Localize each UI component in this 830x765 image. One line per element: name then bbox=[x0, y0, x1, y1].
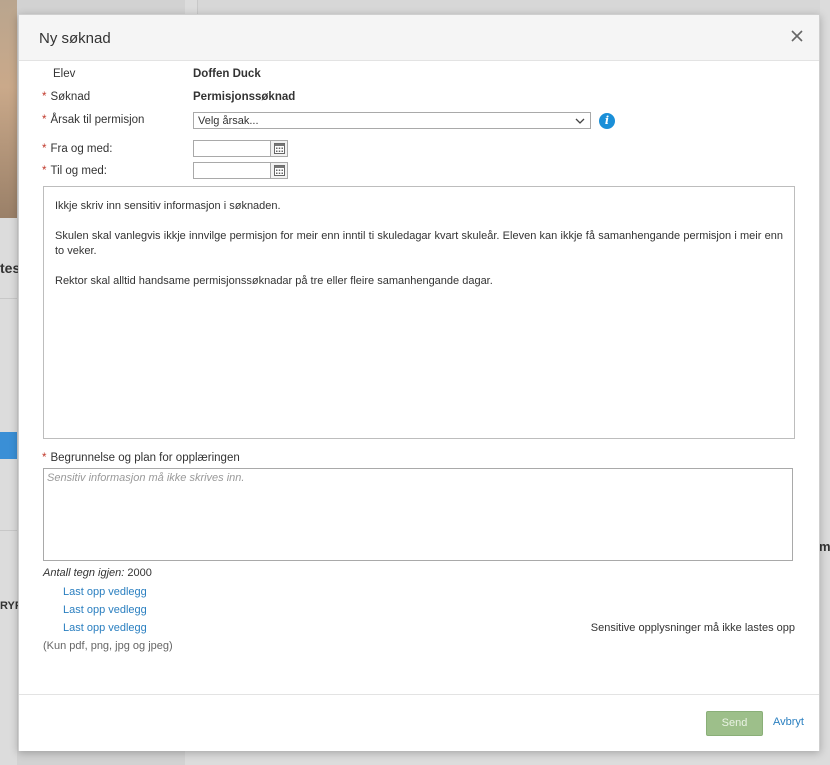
required-marker: * bbox=[42, 114, 47, 126]
required-marker: * bbox=[42, 452, 47, 464]
character-counter: Antall tegn igjen: 2000 bbox=[43, 567, 152, 579]
close-icon bbox=[791, 30, 803, 42]
required-marker: * bbox=[42, 143, 47, 155]
background-panel bbox=[197, 0, 820, 14]
justification-textarea[interactable]: Sensitiv informasjon må ikke skrives inn… bbox=[43, 468, 793, 561]
file-types-note: (Kun pdf, png, jpg og jpeg) bbox=[43, 640, 173, 652]
soknad-value: Permisjonssøknad bbox=[193, 91, 296, 103]
required-marker: * bbox=[42, 91, 47, 103]
background-divider bbox=[0, 530, 17, 531]
soknad-label: * Søknad bbox=[42, 91, 90, 103]
from-date-calendar-button[interactable] bbox=[270, 140, 288, 157]
reason-select-value: Velg årsak... bbox=[198, 115, 259, 127]
background-blue-tab bbox=[0, 432, 17, 459]
info-icon[interactable]: i bbox=[599, 113, 615, 129]
upload-attachment-link[interactable]: Last opp vedlegg bbox=[63, 604, 147, 616]
til-label: * Til og med: bbox=[42, 165, 107, 177]
counter-value: 2000 bbox=[127, 567, 152, 579]
to-date-calendar-button[interactable] bbox=[270, 162, 288, 179]
information-box: Ikkje skriv inn sensitiv informasjon i s… bbox=[43, 186, 795, 439]
calendar-icon bbox=[274, 165, 285, 176]
dialog-header: Ny søknad bbox=[19, 15, 819, 61]
soknad-label-text: Søknad bbox=[50, 91, 91, 103]
counter-label: Antall tegn igjen: bbox=[43, 567, 125, 579]
background-text-fragment: m bbox=[819, 539, 830, 554]
info-paragraph: Ikkje skriv inn sensitiv informasjon i s… bbox=[55, 200, 281, 212]
arsak-label: * Årsak til permisjon bbox=[42, 114, 144, 126]
fra-label: * Fra og med: bbox=[42, 143, 112, 155]
cancel-link[interactable]: Avbryt bbox=[773, 716, 804, 728]
dialog-footer: Send Avbryt bbox=[19, 694, 819, 751]
background-divider bbox=[0, 298, 17, 299]
arsak-label-text: Årsak til permisjon bbox=[50, 114, 145, 126]
background-photo bbox=[0, 0, 17, 218]
new-application-dialog: Ny søknad Elev Doffen Duck * Søknad Permi… bbox=[18, 14, 820, 751]
dialog-title: Ny søknad bbox=[39, 30, 111, 47]
elev-value: Doffen Duck bbox=[193, 68, 261, 80]
send-button[interactable]: Send bbox=[706, 711, 763, 736]
info-paragraph: Rektor skal alltid handsame permisjonssø… bbox=[55, 275, 493, 287]
upload-attachment-link[interactable]: Last opp vedlegg bbox=[63, 586, 147, 598]
sensitive-info-note: Sensitive opplysninger må ikke lastes op… bbox=[590, 622, 795, 634]
info-paragraph: Skulen skal vanlegvis ikkje innvilge per… bbox=[55, 230, 783, 257]
close-button[interactable] bbox=[789, 28, 805, 44]
calendar-icon bbox=[274, 143, 285, 154]
til-label-text: Til og med: bbox=[50, 165, 107, 177]
fra-label-text: Fra og med: bbox=[50, 143, 113, 155]
elev-label: Elev bbox=[53, 68, 76, 80]
required-marker: * bbox=[42, 165, 47, 177]
justification-placeholder: Sensitiv informasjon må ikke skrives inn… bbox=[47, 472, 245, 484]
begrunnelse-label: * Begrunnelse og plan for opplæringen bbox=[42, 452, 240, 464]
begrunnelse-label-text: Begrunnelse og plan for opplæringen bbox=[50, 452, 240, 464]
reason-select[interactable]: Velg årsak... bbox=[193, 112, 591, 129]
chevron-down-icon bbox=[575, 118, 585, 124]
upload-attachment-link[interactable]: Last opp vedlegg bbox=[63, 622, 147, 634]
